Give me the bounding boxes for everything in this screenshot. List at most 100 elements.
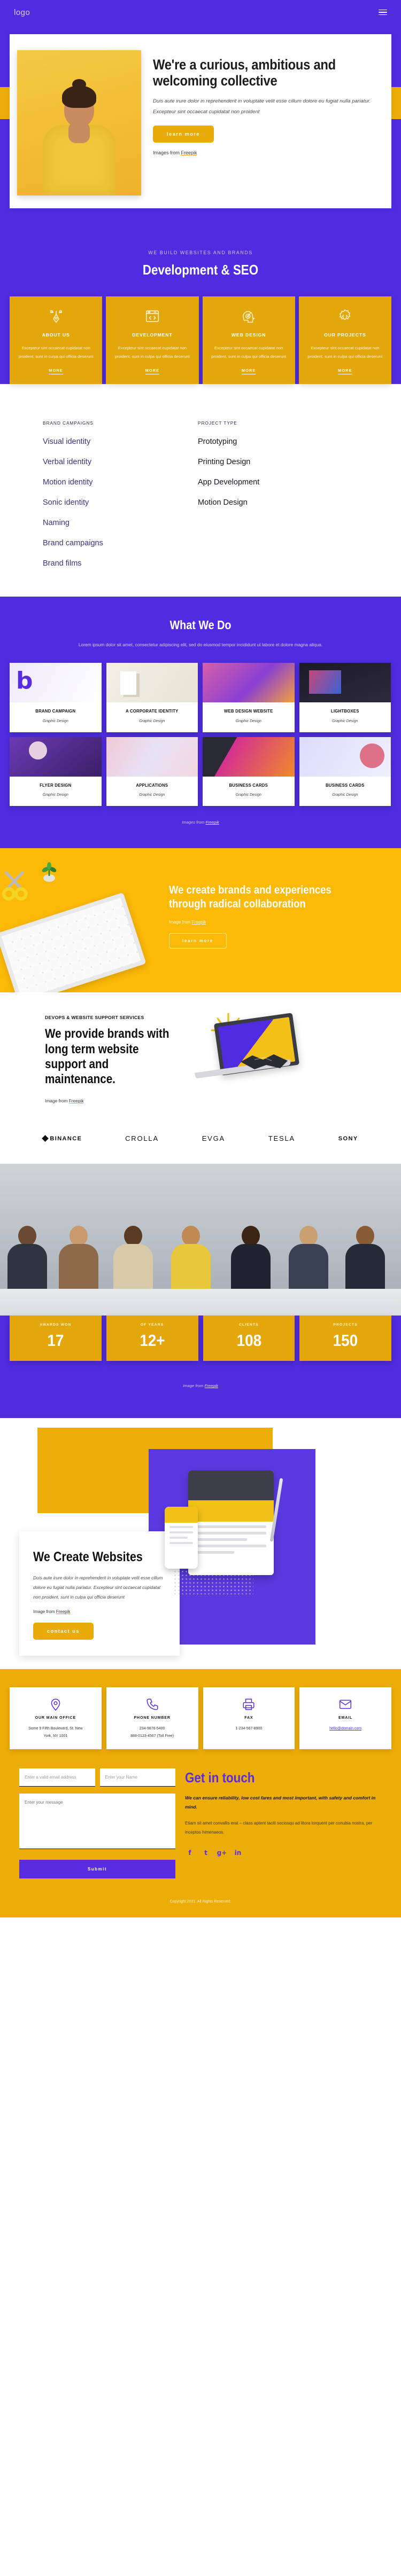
service-card-more-link[interactable]: MORE xyxy=(49,368,63,374)
list-item[interactable]: Naming xyxy=(43,519,198,527)
team-member xyxy=(231,1226,271,1296)
google-plus-icon[interactable]: g+ xyxy=(217,1848,227,1858)
submit-button[interactable]: Submit xyxy=(19,1859,175,1878)
service-card[interactable]: ABOUT US Excepteur sint occaecat cupidat… xyxy=(10,296,103,384)
portfolio-tile[interactable]: LIGHTBOXES Graphic Design xyxy=(299,662,391,732)
what-we-do-section: What We Do Lorem ipsum dolor sit amet, c… xyxy=(0,596,401,849)
portfolio-tile-title: FLYER DESIGN xyxy=(40,782,72,788)
client-logo-text: SONY xyxy=(338,1135,358,1142)
brand-campaigns-column: BRAND CAMPAIGNS Visual identity Verbal i… xyxy=(43,420,198,568)
hamburger-menu-icon[interactable] xyxy=(379,9,387,15)
devops-support-section: DEVOPS & WEBSITE SUPPORT SERVICES We pro… xyxy=(0,992,401,1117)
list-item[interactable]: Motion Design xyxy=(198,498,353,507)
stat-card: PROJECTS 150 xyxy=(299,1316,391,1361)
list-item[interactable]: Prototyping xyxy=(198,437,353,446)
email-link[interactable]: hello@domain.com xyxy=(329,1727,361,1731)
portfolio-tile[interactable]: WEB DESIGN WEBSITE Graphic Design xyxy=(203,662,295,732)
statistics-cards: AWARDS WON 17 OF YEARS 12+ CLIENTS 108 PROJ… xyxy=(10,1316,391,1361)
contact-us-button[interactable]: contact us xyxy=(33,1623,94,1640)
portfolio-tile[interactable]: BUSINESS CARDS Graphic Design xyxy=(203,737,295,807)
service-card-more-link[interactable]: MORE xyxy=(241,368,256,374)
top-navigation-bar: logo xyxy=(0,0,401,25)
we-create-title: We Create Websites xyxy=(33,1549,143,1565)
location-pin-icon xyxy=(13,1696,98,1713)
name-field[interactable] xyxy=(99,1768,175,1787)
portfolio-tile[interactable]: BUSINESS CARDS Graphic Design xyxy=(299,737,391,807)
project-type-column: PROJECT TYPE Prototyping Printing Design… xyxy=(198,420,353,568)
list-item[interactable]: Verbal identity xyxy=(43,458,198,466)
email-field[interactable] xyxy=(19,1768,95,1787)
linkedin-icon[interactable]: in xyxy=(233,1848,243,1858)
list-item[interactable]: Motion identity xyxy=(43,478,198,487)
stat-label: OF YEARS xyxy=(140,1323,164,1327)
client-logo-tesla: TESLA xyxy=(268,1134,295,1142)
client-logos-section: BINANCE CROLLA EVGA TESLA SONY xyxy=(0,1116,401,1164)
list-item[interactable]: App Development xyxy=(198,478,353,487)
gear-code-icon xyxy=(305,307,385,325)
portfolio-thumbnail xyxy=(10,662,102,702)
hero-image-credit: Images from Freepik xyxy=(153,150,379,155)
credit-prefix: Image from xyxy=(33,1609,56,1615)
portfolio-tile[interactable]: APPLICATIONS Graphic Design xyxy=(106,737,198,807)
service-card-more-link[interactable]: MORE xyxy=(145,368,160,374)
contact-card: FAX 1-234-567-8900 xyxy=(203,1687,295,1749)
fax-icon xyxy=(207,1696,291,1713)
client-logo-text: EVGA xyxy=(202,1134,226,1143)
contact-card: EMAIL hello@domain.com xyxy=(299,1687,391,1749)
stat-value: 12+ xyxy=(139,1331,165,1350)
message-field[interactable] xyxy=(19,1793,175,1849)
page-root: logo We're a curious, ambitious and welc… xyxy=(0,0,401,1917)
what-we-do-subtitle: Lorem ipsum dolor sit amet, consectetur … xyxy=(78,641,323,647)
portfolio-tile[interactable]: A CORPORATE IDENTITY Graphic Design xyxy=(106,662,198,732)
hero-credit-link[interactable]: Freepik xyxy=(181,150,197,155)
client-logo-text: CROLLA xyxy=(125,1134,159,1143)
service-card[interactable]: OUR PROJECTS Excepteur sint occaecat cup… xyxy=(298,296,391,384)
binance-diamond-icon xyxy=(42,1135,49,1142)
client-logo-text: TESLA xyxy=(268,1134,295,1143)
what-we-do-title: What We Do xyxy=(169,617,232,632)
service-card[interactable]: DEVELOPMENT Excepteur sint occaecat cupi… xyxy=(106,296,199,384)
twitter-icon[interactable]: t xyxy=(201,1848,211,1858)
portfolio-thumbnail xyxy=(299,662,391,702)
we-create-body: Duis aute irure dolor in reprehenderit i… xyxy=(33,1575,163,1600)
devops-title: We provide brands with long term website… xyxy=(45,1027,169,1087)
portfolio-tile-title: BUSINESS CARDS xyxy=(325,782,365,788)
list-item[interactable]: Printing Design xyxy=(198,458,353,466)
phone-icon xyxy=(110,1696,195,1713)
project-type-heading: PROJECT TYPE xyxy=(198,420,237,426)
service-card[interactable]: WEB DESIGN Excepteur sint occaecat cupid… xyxy=(202,296,295,384)
contact-line-2: York, NY 1001 xyxy=(43,1734,68,1738)
service-card-more-link[interactable]: MORE xyxy=(338,368,352,374)
portfolio-tile-category: Graphic Design xyxy=(332,793,358,797)
contact-card: PHONE NUMBER 234-9876-5400 888-0123-4567 … xyxy=(106,1687,198,1749)
contact-section: OUR MAIN OFFICE Some 9 Fifth Boulevard, … xyxy=(0,1669,401,1917)
credit-prefix: Image from xyxy=(169,919,192,925)
list-item[interactable]: Visual identity xyxy=(43,437,198,446)
credit-link[interactable]: Freepik xyxy=(205,1383,218,1388)
credit-link[interactable]: Freepik xyxy=(192,920,206,925)
portfolio-tile[interactable]: FLYER DESIGN Graphic Design xyxy=(10,737,102,807)
stat-label: AWARDS WON xyxy=(40,1323,72,1327)
brands-learn-more-button[interactable]: learn more xyxy=(169,933,227,949)
portfolio-tile[interactable]: BRAND CAMPAIGN Graphic Design xyxy=(10,662,102,732)
stat-label: CLIENTS xyxy=(238,1323,259,1327)
brands-title: We create brands and experiences through… xyxy=(169,884,331,910)
credit-link[interactable]: Freepik xyxy=(56,1609,71,1614)
contact-card-title: OUR MAIN OFFICE xyxy=(35,1716,76,1720)
portfolio-tile-category: Graphic Design xyxy=(235,719,261,723)
service-card-desc: Excepteur sint occaecat cupidatat non pr… xyxy=(18,346,94,359)
facebook-icon[interactable]: f xyxy=(185,1848,195,1858)
list-item[interactable]: Brand campaigns xyxy=(43,539,198,547)
list-item[interactable]: Sonic identity xyxy=(43,498,198,507)
portfolio-tile-category: Graphic Design xyxy=(139,793,165,797)
site-logo[interactable]: logo xyxy=(14,8,30,17)
service-card-desc: Excepteur sint occaecat cupidatat non pr… xyxy=(307,346,383,359)
hero-learn-more-button[interactable]: learn more xyxy=(153,125,214,143)
contact-card-title: PHONE NUMBER xyxy=(134,1716,171,1720)
service-card-title: WEB DESIGN xyxy=(231,332,266,338)
contact-card-text: Some 9 Fifth Boulevard, St. New York, NY … xyxy=(13,1725,98,1740)
list-item[interactable]: Brand films xyxy=(43,559,198,568)
credit-link[interactable]: Freepik xyxy=(205,820,219,825)
credit-link[interactable]: Freepik xyxy=(69,1098,84,1103)
devops-image-credit: Image from Freepik xyxy=(45,1098,203,1103)
